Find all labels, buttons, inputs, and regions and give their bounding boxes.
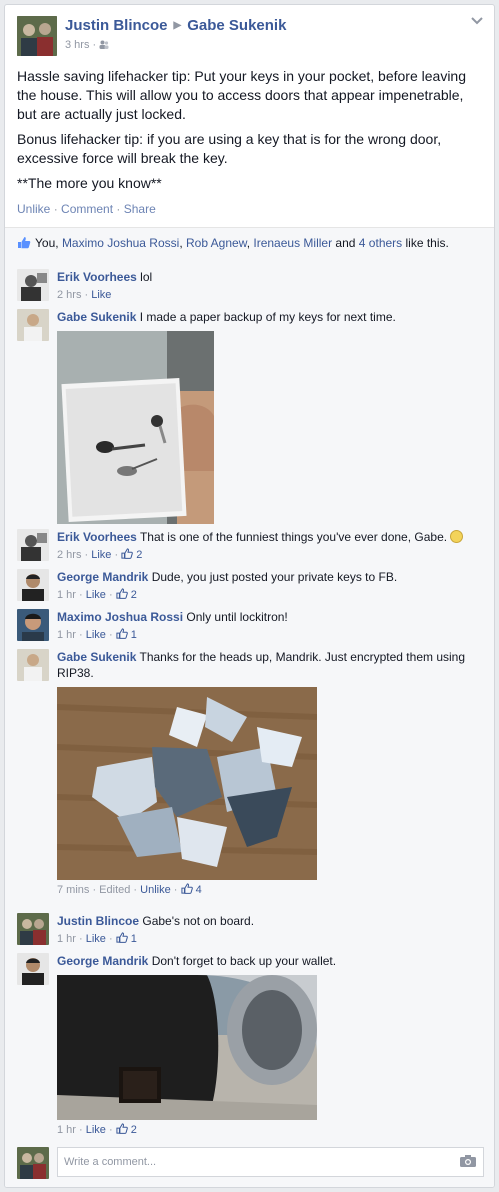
share-button[interactable]: Share: [124, 202, 156, 216]
post-meta: 3 hrs ·: [65, 39, 109, 51]
commenter-avatar[interactable]: [17, 913, 49, 945]
commenter-avatar[interactable]: [17, 309, 49, 341]
comment-like-count[interactable]: 1: [131, 933, 137, 945]
comment-button[interactable]: Comment: [61, 202, 113, 216]
friends-audience-icon[interactable]: [99, 39, 109, 51]
comment-like-count[interactable]: 4: [196, 884, 202, 896]
comment-like-button[interactable]: Like: [86, 1124, 106, 1136]
commenter-name-link[interactable]: Gabe Sukenik: [57, 310, 136, 324]
others-likers-link[interactable]: 4 others: [359, 236, 402, 250]
chevron-down-icon[interactable]: [470, 15, 484, 29]
post-time-link[interactable]: 3 hrs: [65, 39, 89, 51]
author-avatar[interactable]: [17, 16, 57, 56]
post-actions: Unlike · Comment · Share: [17, 202, 156, 216]
target-name-link[interactable]: Gabe Sukenik: [187, 17, 286, 34]
comment-time[interactable]: 7 mins · Edited: [57, 884, 130, 896]
comment-like-button[interactable]: Like: [91, 289, 111, 301]
comment-like-button[interactable]: Like: [91, 549, 111, 561]
post-paragraph: Hassle saving lifehacker tip: Put your k…: [17, 68, 467, 122]
comment-like-count[interactable]: 2: [131, 1124, 137, 1136]
commenter-avatar[interactable]: [17, 269, 49, 301]
thumbs-up-icon: [116, 1123, 128, 1136]
comment-photo-paper-keys[interactable]: [57, 331, 214, 524]
post-card: Justin Blincoe ▶ Gabe Sukenik 3 hrs · Hass…: [4, 4, 495, 1188]
unlike-button[interactable]: Unlike: [17, 202, 50, 216]
commenter-name-link[interactable]: Maximo Joshua Rossi: [57, 610, 183, 624]
comment-unlike-button[interactable]: Unlike: [140, 884, 171, 896]
comment-photo-shredded-paper[interactable]: [57, 687, 317, 880]
commenter-name-link[interactable]: George Mandrik: [57, 954, 148, 968]
comment-time[interactable]: 2 hrs: [57, 289, 81, 301]
comment-text: Only until lockitron!: [186, 610, 288, 624]
comment-photo-wallet-under-tire[interactable]: [57, 975, 317, 1120]
thumbs-up-icon: [116, 588, 128, 601]
commenter-name-link[interactable]: Gabe Sukenik: [57, 650, 136, 664]
comment-text: That is one of the funniest things you'v…: [139, 530, 448, 544]
smiley-emoticon-icon: [450, 530, 464, 543]
comments-section: Erik Voorhees lol 2 hrs · Like Gabe Suke…: [5, 257, 494, 1187]
post-text: Hassle saving lifehacker tip: Put your k…: [5, 63, 494, 193]
comment-text: lol: [140, 270, 153, 284]
comment-input[interactable]: Write a comment...: [57, 1147, 484, 1177]
commenter-avatar[interactable]: [17, 569, 49, 601]
comment-like-button[interactable]: Like: [86, 933, 106, 945]
thumbs-up-icon: [121, 548, 134, 561]
comment-like-count[interactable]: 2: [131, 589, 137, 601]
thumbs-up-icon: [180, 883, 193, 896]
likes-summary: You, Maximo Joshua Rossi, Rob Agnew, Ire…: [5, 227, 494, 257]
post-paragraph: **The more you know**: [17, 175, 162, 191]
commenter-avatar[interactable]: [17, 649, 49, 681]
comment-time[interactable]: 2 hrs: [57, 549, 81, 561]
post-header: Justin Blincoe ▶ Gabe Sukenik 3 hrs ·: [5, 5, 494, 63]
comment-text: Dude, you just posted your private keys …: [151, 570, 398, 584]
arrow-right-icon: ▶: [173, 20, 182, 31]
comment-time[interactable]: 1 hr: [57, 1124, 76, 1136]
comment-time[interactable]: 1 hr: [57, 629, 76, 641]
commenter-name-link[interactable]: Erik Voorhees: [57, 530, 137, 544]
thumbs-up-icon: [17, 236, 31, 249]
liker-link[interactable]: Maximo Joshua Rossi: [62, 236, 179, 250]
current-user-avatar: [17, 1147, 49, 1179]
post-paragraph: Bonus lifehacker tip: if you are using a…: [17, 131, 442, 166]
comment-text: I made a paper backup of my keys for nex…: [139, 310, 396, 324]
comment-like-button[interactable]: Like: [86, 629, 106, 641]
comment-time[interactable]: 1 hr: [57, 933, 76, 945]
author-name-link[interactable]: Justin Blincoe: [65, 17, 168, 34]
comment-like-count[interactable]: 2: [136, 549, 142, 561]
thumbs-up-icon: [116, 628, 128, 641]
comment-time[interactable]: 1 hr: [57, 589, 76, 601]
camera-icon[interactable]: [460, 1155, 476, 1167]
liker-link[interactable]: Irenaeus Miller: [253, 236, 332, 250]
commenter-avatar[interactable]: [17, 953, 49, 985]
commenter-name-link[interactable]: Erik Voorhees: [57, 270, 137, 284]
liker-link[interactable]: Rob Agnew: [186, 236, 247, 250]
comment-text: Gabe's not on board.: [142, 914, 255, 928]
commenter-name-link[interactable]: George Mandrik: [57, 570, 148, 584]
post-names: Justin Blincoe ▶ Gabe Sukenik: [65, 17, 286, 34]
comment-text: Don't forget to back up your wallet.: [151, 954, 337, 968]
comment-like-button[interactable]: Like: [86, 589, 106, 601]
thumbs-up-icon: [116, 932, 128, 945]
commenter-avatar[interactable]: [17, 609, 49, 641]
commenter-name-link[interactable]: Justin Blincoe: [57, 914, 139, 928]
commenter-avatar[interactable]: [17, 529, 49, 561]
comment-composer: Write a comment...: [17, 1147, 484, 1179]
comment-like-count[interactable]: 1: [131, 629, 137, 641]
